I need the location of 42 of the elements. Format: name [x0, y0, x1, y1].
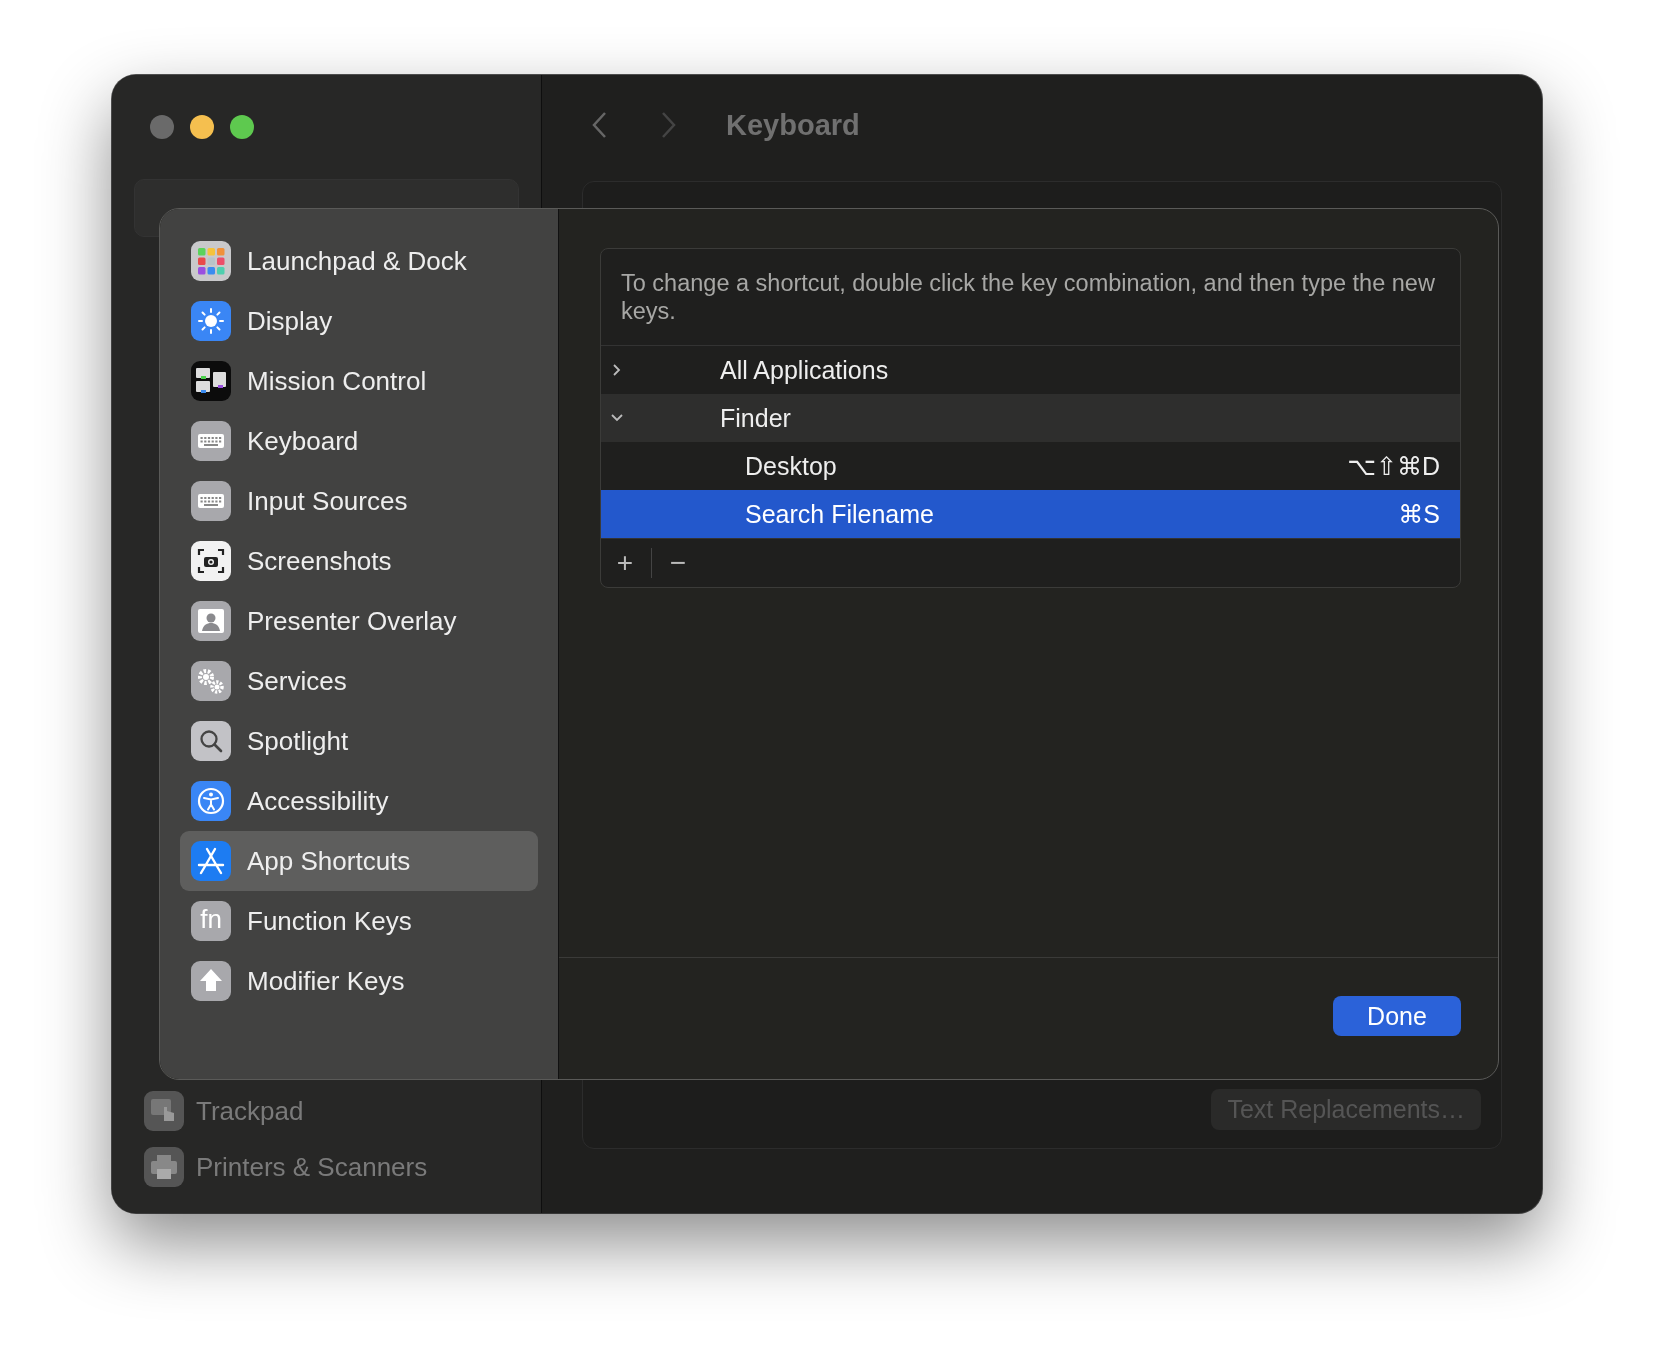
remove-button[interactable]: − [660, 547, 696, 579]
camera-frame-icon [191, 541, 231, 581]
sidebar-item[interactable]: Presenter Overlay [180, 591, 538, 651]
sidebar-item[interactable]: fn Function Keys [180, 891, 538, 951]
keyboard-icon [191, 421, 231, 461]
keyboard-icon [191, 481, 231, 521]
done-button[interactable]: Done [1333, 996, 1461, 1036]
app-grid-icon [191, 241, 231, 281]
search-icon [191, 721, 231, 761]
shortcut-row[interactable]: Search Filename ⌘S [601, 490, 1460, 538]
minimize-dot-icon[interactable] [190, 115, 214, 139]
app-store-icon [191, 841, 231, 881]
sidebar-item[interactable]: Modifier Keys [180, 951, 538, 1011]
key-combination: ⌘S [1398, 499, 1440, 529]
sidebar-item[interactable]: Launchpad & Dock [180, 231, 538, 291]
instructions-text: To change a shortcut, double click the key combination, and then type the new keys. [601, 249, 1460, 346]
menu-title: Desktop [745, 451, 837, 481]
app-name: Finder [720, 403, 791, 433]
sidebar-item[interactable]: Accessibility [180, 771, 538, 831]
sidebar-item[interactable]: Screenshots [180, 531, 538, 591]
sidebar-item[interactable]: Input Sources [180, 471, 538, 531]
window-title: Keyboard [726, 108, 860, 142]
sidebar-item[interactable]: Display [180, 291, 538, 351]
add-button[interactable]: + [607, 547, 643, 579]
close-dot-icon[interactable] [150, 115, 174, 139]
accessibility-icon [191, 781, 231, 821]
sun-icon [191, 301, 231, 341]
person-icon [191, 601, 231, 641]
sidebar-item[interactable]: Spotlight [180, 711, 538, 771]
key-combination: ⌥⇧⌘D [1347, 451, 1440, 481]
app-name: All Applications [720, 355, 889, 385]
windows-icon [191, 361, 231, 401]
zoom-dot-icon[interactable] [230, 115, 254, 139]
sidebar-item[interactable]: Services [180, 651, 538, 711]
sidebar-item[interactable]: Mission Control [180, 351, 538, 411]
sidebar-item[interactable]: Keyboard [180, 411, 538, 471]
shortcut-row[interactable]: Desktop ⌥⇧⌘D [601, 442, 1460, 490]
fn-key-icon: fn [191, 901, 231, 941]
sidebar-item[interactable]: App Shortcuts [180, 831, 538, 891]
printer-icon [144, 1147, 184, 1187]
menu-title: Search Filename [745, 499, 934, 529]
gears-icon [191, 661, 231, 701]
